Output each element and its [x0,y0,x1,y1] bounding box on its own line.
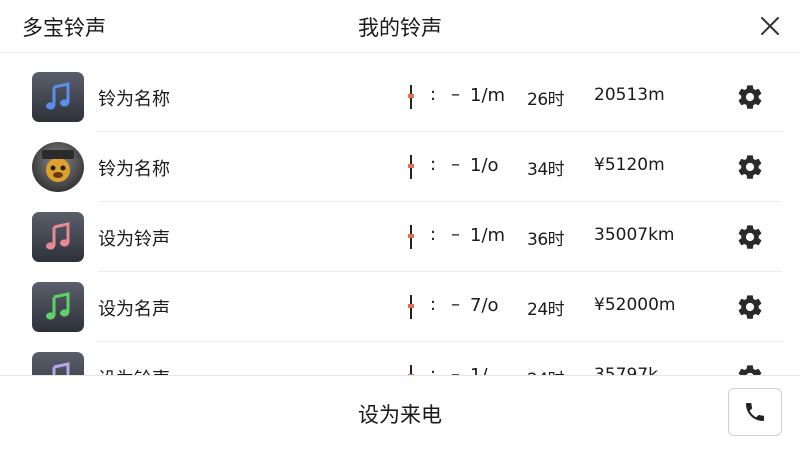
ringtone-duration: 24时 [527,300,565,320]
separator-colon: : [430,224,437,245]
close-button[interactable] [756,12,784,40]
app-window: 多宝铃声 我的铃声 铃为名称: –1/m 26时 20513m 铃为名称: –1/o 34时… [0,0,800,450]
ringtone-name: 设为名声 [98,299,170,320]
bottom-bar: 设为来电 [0,375,800,450]
music-note-icon [32,212,84,262]
music-note-icon [32,352,84,375]
separator-colon: : [430,154,437,175]
settings-button[interactable] [736,153,764,181]
set-as-incoming-call-button[interactable]: 设为来电 [250,376,550,450]
settings-button[interactable] [736,363,764,375]
settings-button[interactable] [736,83,764,111]
gear-icon [738,365,762,375]
ringtone-row[interactable]: 设为名声: –7/o 24时 ¥52000m [0,272,800,342]
ringtone-rate: 1/m [470,225,506,246]
phone-button[interactable] [728,388,782,436]
ringtone-size: 35797k [594,365,658,375]
gear-icon [738,225,762,249]
separator-dash: – [451,84,460,105]
volume-slider-icon [408,85,414,109]
ringtone-list[interactable]: 铃为名称: –1/m 26时 20513m 铃为名称: –1/o 34时 ¥5120m 设为铃声… [0,62,800,375]
gear-icon [738,85,762,109]
close-icon [761,17,779,35]
ringtone-size: 35007km [594,225,675,245]
page-title: 我的铃声 [358,16,442,40]
volume-slider-icon [408,155,414,179]
monkey-avatar-icon [32,142,84,192]
separator-dash: – [451,294,460,315]
music-note-icon [32,282,84,332]
separator-colon: : [430,294,437,315]
ringtone-name: 设为铃声 [98,365,170,375]
separator-colon: : [430,84,437,105]
phone-icon [746,403,764,421]
ringtone-row[interactable]: 设为铃声: –1/24时 35797k [0,342,800,375]
ringtone-row[interactable]: 铃为名称: –1/m 26时 20513m [0,62,800,132]
ringtone-rate: 1/o [470,155,499,176]
separator-dash: – [451,364,460,375]
separator-colon: : [430,364,437,375]
volume-slider-icon [408,295,414,319]
volume-slider-icon [408,225,414,249]
music-note-icon [32,72,84,122]
ringtone-size: ¥52000m [594,295,676,315]
ringtone-rate: 1/m [470,85,506,106]
ringtone-name: 设为铃声 [98,229,170,250]
ringtone-size: 20513m [594,85,665,105]
header: 多宝铃声 我的铃声 [0,0,800,53]
ringtone-row[interactable]: 铃为名称: –1/o 34时 ¥5120m [0,132,800,202]
ringtone-duration: 34时 [527,160,565,180]
volume-slider-icon [408,365,414,375]
ringtone-duration: 36时 [527,230,565,250]
separator-dash: – [451,154,460,175]
ringtone-name: 铃为名称 [98,89,170,110]
ringtone-rate: 1/ [470,365,488,375]
settings-button[interactable] [736,223,764,251]
gear-icon [738,295,762,319]
separator-dash: – [451,224,460,245]
settings-button[interactable] [736,293,764,321]
ringtone-duration: 26时 [527,90,565,110]
gear-icon [738,155,762,179]
ringtone-size: ¥5120m [594,155,665,175]
ringtone-rate: 7/o [470,295,499,316]
ringtone-row[interactable]: 设为铃声: –1/m 36时 35007km [0,202,800,272]
ringtone-duration: 24时 [527,365,565,375]
ringtone-name: 铃为名称 [98,159,170,180]
